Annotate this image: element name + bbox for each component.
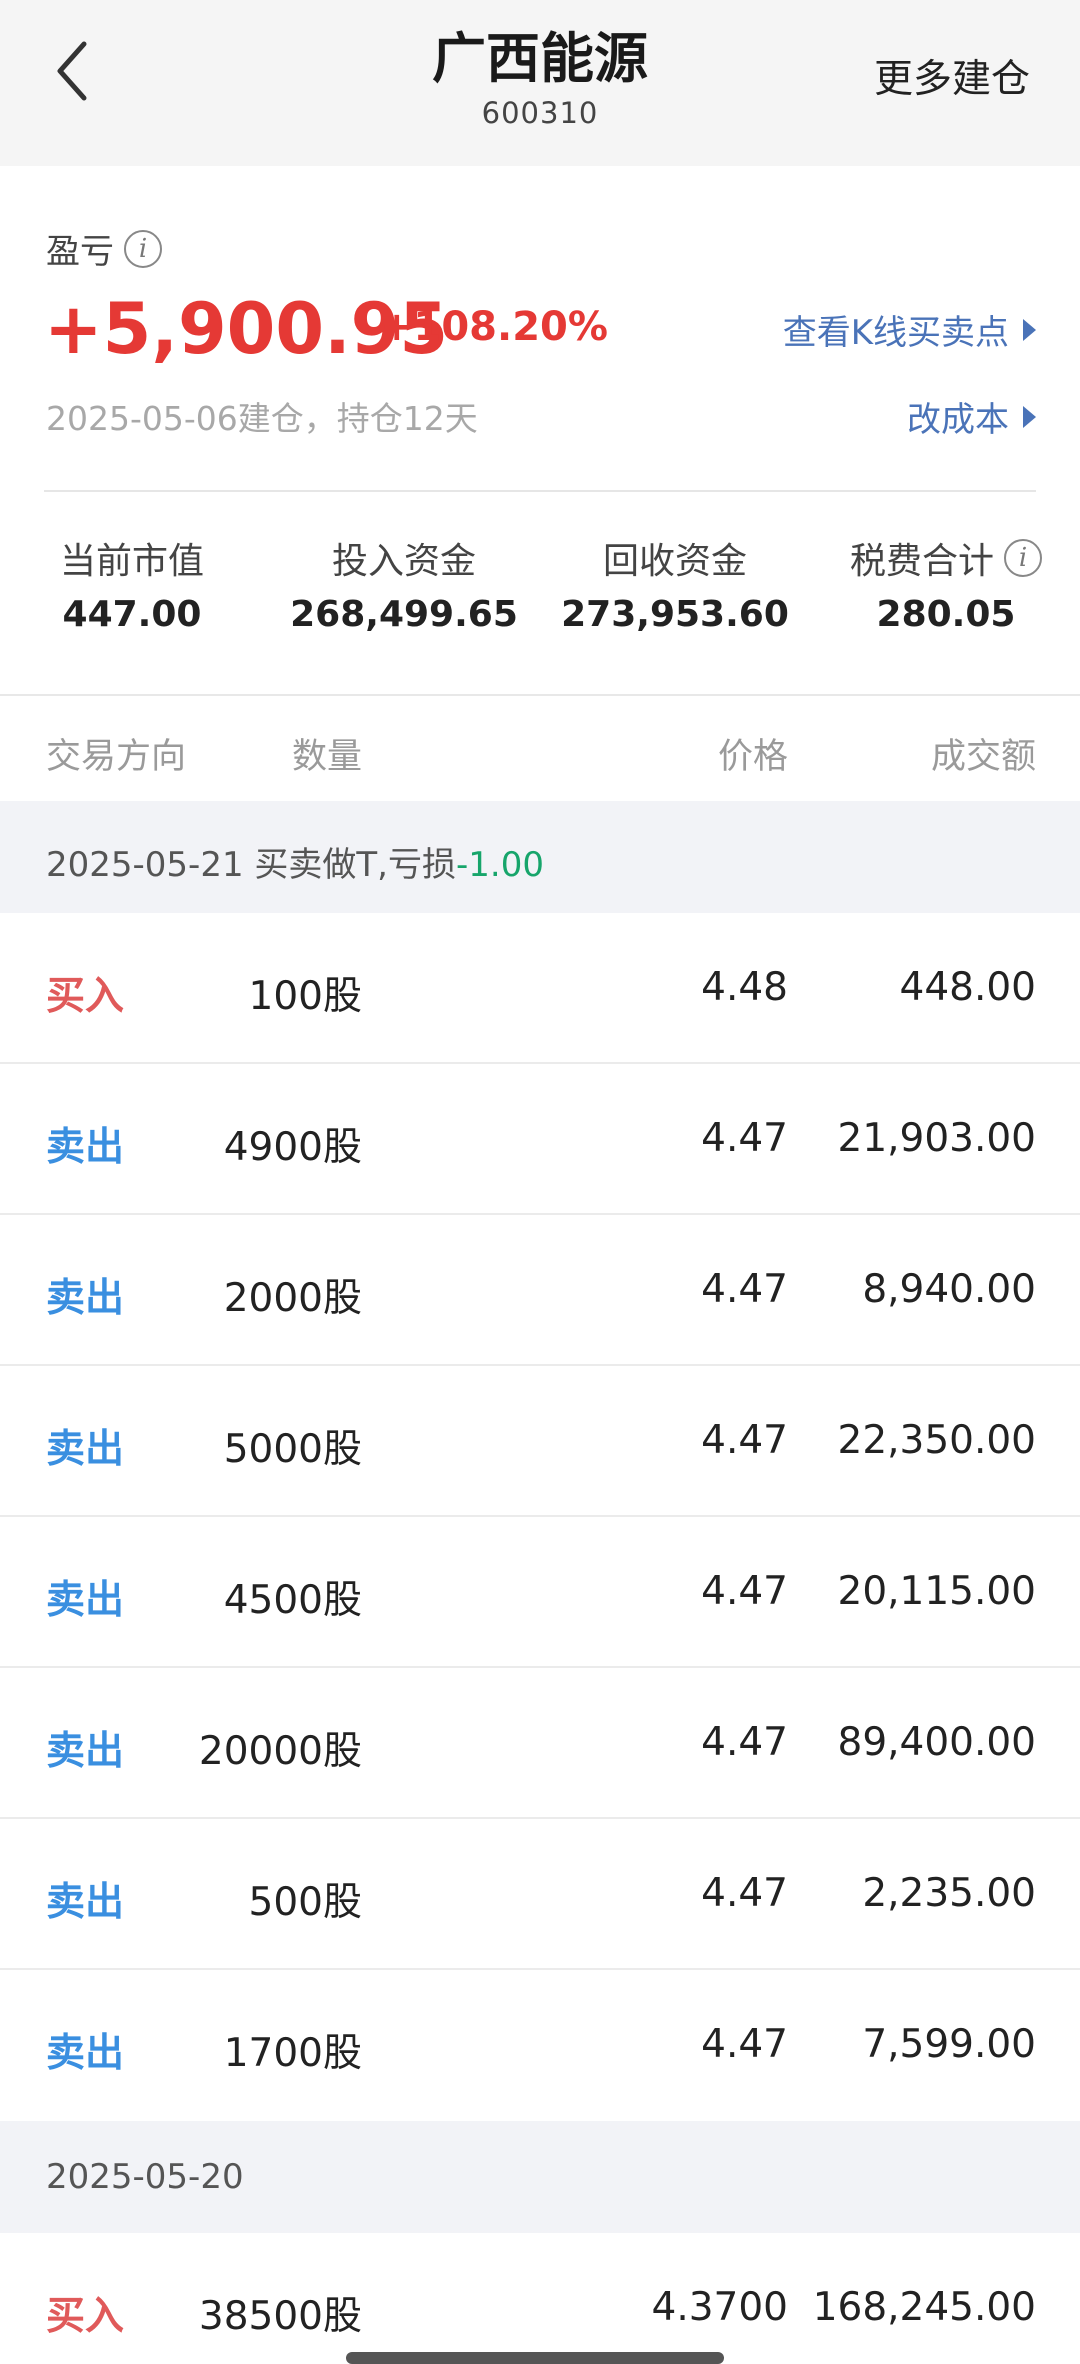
trade-amount: 22,350.00 [837,1418,1037,1463]
group-loss: -1.00 [455,845,544,885]
table-row[interactable]: 买入 38500股 4.3700 168,245.00 [0,2233,1080,2364]
trade-amount: 8,940.00 [862,1267,1036,1312]
trade-amount: 2,235.00 [862,1871,1036,1916]
col-amount: 成交额 [930,737,1036,777]
trade-quantity: 1700股 [223,2031,362,2076]
stat-label: 税费合计 [849,541,994,582]
trade-quantity: 20000股 [198,1729,362,1774]
group-title-wrap: 2025-05-21 买卖做T,亏损-1.00 [46,837,544,886]
view-kline-link[interactable]: 查看K线买卖点 [783,305,1036,354]
trade-quantity: 2000股 [223,1276,362,1321]
col-price: 价格 [717,737,788,777]
trade-direction: 卖出 [46,1427,125,1472]
home-indicator[interactable] [346,2352,724,2364]
table-row[interactable]: 卖出 4900股 4.47 21,903.00 [0,1064,1080,1215]
info-icon[interactable]: i [1004,539,1042,577]
trade-price: 4.48 [701,965,788,1010]
stat-label: 投入资金 [331,541,476,582]
trade-amount: 20,115.00 [837,1569,1037,1614]
table-row[interactable]: 卖出 2000股 4.47 8,940.00 [0,1215,1080,1366]
group-title: 2025-05-21 买卖做T,亏损 [46,845,456,885]
group-title: 2025-05-20 [46,2157,244,2197]
trade-amount: 21,903.00 [837,1116,1037,1161]
view-kline-label: 查看K线买卖点 [782,313,1009,353]
stats-row: 当前市值 447.00 投入资金 268,499.65 回收资金 273,953… [0,530,1080,650]
table-row[interactable]: 买入 100股 4.48 448.00 [0,913,1080,1064]
trade-price: 4.47 [701,1116,788,1161]
stat-value: 268,499.65 [290,594,518,635]
table-row[interactable]: 卖出 4500股 4.47 20,115.00 [0,1517,1080,1668]
trade-quantity: 500股 [248,1880,362,1925]
top-bar: 广西能源 600310 更多建仓 [0,0,1080,166]
trade-price: 4.3700 [651,2285,788,2330]
table-row[interactable]: 卖出 1700股 4.47 7,599.00 [0,1970,1080,2121]
trade-price: 4.47 [701,1418,788,1463]
group-header: 2025-05-21 买卖做T,亏损-1.00 [0,801,1080,913]
triangle-right-icon [1023,318,1036,341]
pnl-percent: +108.20% [380,304,608,350]
stat-label-row: 税费合计 i [826,530,1066,586]
info-icon[interactable]: i [124,229,162,268]
trade-direction: 卖出 [46,1880,125,1925]
table-row[interactable]: 卖出 5000股 4.47 22,350.00 [0,1366,1080,1517]
trade-price: 4.47 [701,1267,788,1312]
trade-amount: 7,599.00 [862,2022,1036,2067]
trade-direction: 卖出 [46,1276,125,1321]
edit-cost-label: 改成本 [907,400,1009,440]
trade-quantity: 38500股 [198,2294,362,2339]
col-quantity: 数量 [291,737,362,777]
trade-quantity: 4900股 [223,1125,362,1170]
trade-price: 4.47 [701,1871,788,1916]
trade-direction: 买入 [46,974,125,1019]
stat-market-value: 当前市值 447.00 [12,530,252,635]
trade-quantity: 4500股 [223,1578,362,1623]
stat-value: 447.00 [62,594,202,635]
pnl-label-row: 盈亏 i [46,224,162,273]
trade-direction: 卖出 [46,2031,125,2076]
stat-value: 273,953.60 [561,594,789,635]
stat-fees: 税费合计 i 280.05 [826,530,1066,635]
group-header: 2025-05-20 [0,2121,1080,2233]
trade-price: 4.47 [701,2022,788,2067]
stat-label: 回收资金 [602,541,747,582]
trade-direction: 卖出 [46,1578,125,1623]
stat-label: 当前市值 [59,541,204,582]
divider [44,490,1036,492]
trade-quantity: 100股 [248,974,362,1019]
triangle-right-icon [1023,405,1036,428]
position-subtitle: 2025-05-06建仓，持仓12天 [46,399,478,438]
trade-price: 4.47 [701,1569,788,1614]
col-direction: 交易方向 [46,737,187,777]
trade-quantity: 5000股 [223,1427,362,1472]
trade-amount: 168,245.00 [812,2285,1036,2330]
table-header: 交易方向 数量 价格 成交额 [0,696,1080,800]
stat-recovered: 回收资金 273,953.60 [555,530,795,635]
stat-value: 280.05 [876,594,1016,635]
trade-direction: 卖出 [46,1729,125,1774]
trade-direction: 买入 [46,2294,125,2339]
trade-price: 4.47 [701,1720,788,1765]
table-row[interactable]: 卖出 20000股 4.47 89,400.00 [0,1668,1080,1819]
pnl-label: 盈亏 [46,232,114,272]
stat-invested: 投入资金 268,499.65 [284,530,524,635]
edit-cost-link[interactable]: 改成本 [907,392,1036,441]
more-positions-button[interactable]: 更多建仓 [874,48,1030,104]
trade-direction: 卖出 [46,1125,125,1170]
table-row[interactable]: 卖出 500股 4.47 2,235.00 [0,1819,1080,1970]
trade-amount: 89,400.00 [837,1720,1037,1765]
trade-amount: 448.00 [899,965,1036,1010]
